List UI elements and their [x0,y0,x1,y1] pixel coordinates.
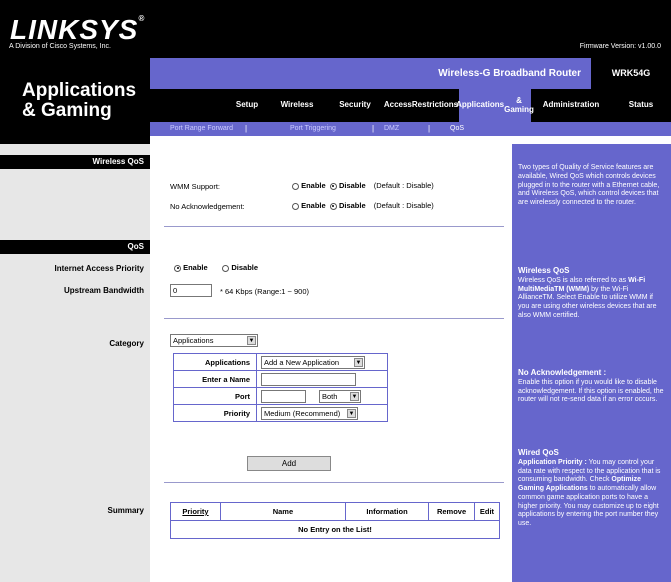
subtab-port-triggering[interactable]: Port Triggering [290,125,336,132]
tab-wireless[interactable]: Wireless [267,89,327,122]
col-remove: Remove [428,502,475,521]
left-column [0,144,150,582]
tab-security[interactable]: Security [327,89,383,122]
chevron-down-icon: ▼ [350,391,359,401]
page-title-line2: & Gaming [22,100,112,121]
subtab-dmz[interactable]: DMZ [384,125,399,132]
tab-status[interactable]: Status [611,89,671,122]
col-priority: Priority [170,502,221,521]
upstream-hint: * 64 Kbps (Range:1 ~ 900) [220,287,310,296]
noack-enable-radio[interactable] [292,202,299,210]
logo-subtitle: A Division of Cisco Systems, Inc. [9,43,111,50]
chevron-down-icon: ▼ [247,336,256,345]
category-label: Category [109,339,144,348]
divider [164,318,504,319]
wmm-support-label: WMM Support: [170,182,221,191]
empty-list-message: No Entry on the List! [170,520,500,539]
summary-label: Summary [107,506,144,515]
wmm-enable-radio[interactable] [292,182,299,190]
upstream-label: Upstream Bandwidth [63,286,144,295]
no-ack-label: No Acknowledgement: [170,202,245,211]
apps-label: Applications [173,353,257,371]
port-label: Port [173,387,257,405]
port-protocol-select[interactable]: Both ▼ [319,389,361,403]
tab-setup[interactable]: Setup [227,89,267,122]
priority-select[interactable]: Medium (Recommend) ▼ [261,406,358,420]
wmm-options: Enable Disable (Default : Disable) [292,181,434,190]
linksys-logo: LINKSYS® [10,14,146,45]
chevron-down-icon: ▼ [354,357,363,367]
wmm-disable-radio[interactable] [329,182,337,190]
chevron-down-icon: ▼ [347,408,356,418]
app-name-input[interactable] [261,372,356,386]
product-bar: Wireless-G Broadband Router WRK54G [150,58,671,89]
page-title-block: Applications & Gaming [0,58,150,144]
no-ack-options: Enable Disable (Default : Disable) [292,201,434,210]
divider [164,226,504,227]
header-bar: LINKSYS® A Division of Cisco Systems, In… [0,0,671,58]
tab-access-restrictions[interactable]: Access Restrictions [383,89,459,122]
col-edit: Edit [473,502,501,521]
summary-table: Priority Name Information Remove Edit No… [170,502,501,539]
subtab-port-range-forward[interactable]: Port Range Forward [170,125,233,132]
category-table: Applications Add a New Application ▼ Ente… [173,353,388,422]
category-select[interactable]: Applications ▼ [170,334,258,347]
table-row: No Entry on the List! [170,520,500,539]
col-information: Information [344,502,430,521]
iap-enable-radio[interactable] [174,264,181,272]
priority-label: Priority [173,404,257,422]
add-button[interactable]: Add [247,456,331,471]
tab-administration[interactable]: Administration [531,89,611,122]
product-model: WRK54G [591,58,671,89]
table-header-row: Priority Name Information Remove Edit [170,502,501,521]
sub-tabs: Port Range Forward | Port Triggering | D… [150,122,671,136]
iap-options: Enable Disable [174,263,258,272]
application-select[interactable]: Add a New Application ▼ [261,355,365,369]
help-no-ack: No Acknowledgement : Enable this option … [518,368,664,404]
product-name: Wireless-G Broadband Router [438,68,581,79]
upstream-bandwidth-input[interactable]: 0 [170,284,212,297]
section-wireless-qos: Wireless QoS [0,155,150,169]
name-label: Enter a Name [173,370,257,388]
iap-disable-radio[interactable] [222,264,230,272]
port-input[interactable] [261,389,306,403]
help-intro: Two types of Quality of Service features… [518,164,660,206]
section-qos: QoS [0,240,150,254]
subtab-qos[interactable]: QoS [450,125,464,132]
noack-disable-radio[interactable] [329,202,337,210]
divider [164,482,504,483]
col-name: Name [219,502,346,521]
iap-label: Internet Access Priority [54,264,144,273]
tab-applications-gaming[interactable]: Applications & Gaming [456,89,534,122]
help-wireless-qos: Wireless QoS Wireless QoS is also referr… [518,266,657,319]
main-tabs: Setup Wireless Security Access Restrictio… [150,89,671,122]
firmware-version: Firmware Version: v1.00.0 [579,43,661,50]
help-wired-qos: Wired QoS Application Priority : You may… [518,448,661,527]
page-title-line1: Applications [22,80,137,101]
